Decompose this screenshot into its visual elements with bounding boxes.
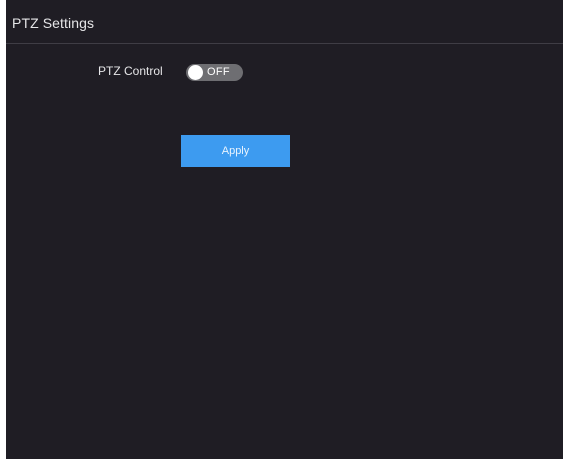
ptz-control-label: PTZ Control bbox=[98, 64, 163, 78]
ptz-control-toggle[interactable]: OFF bbox=[186, 64, 243, 81]
toggle-knob bbox=[188, 65, 203, 80]
settings-panel: PTZ Settings PTZ Control OFF Apply bbox=[6, 0, 563, 459]
toggle-state-text: OFF bbox=[207, 66, 230, 78]
panel-title: PTZ Settings bbox=[12, 15, 95, 31]
apply-button[interactable]: Apply bbox=[181, 135, 290, 167]
panel-header: PTZ Settings bbox=[6, 0, 563, 44]
header-divider bbox=[6, 43, 563, 44]
